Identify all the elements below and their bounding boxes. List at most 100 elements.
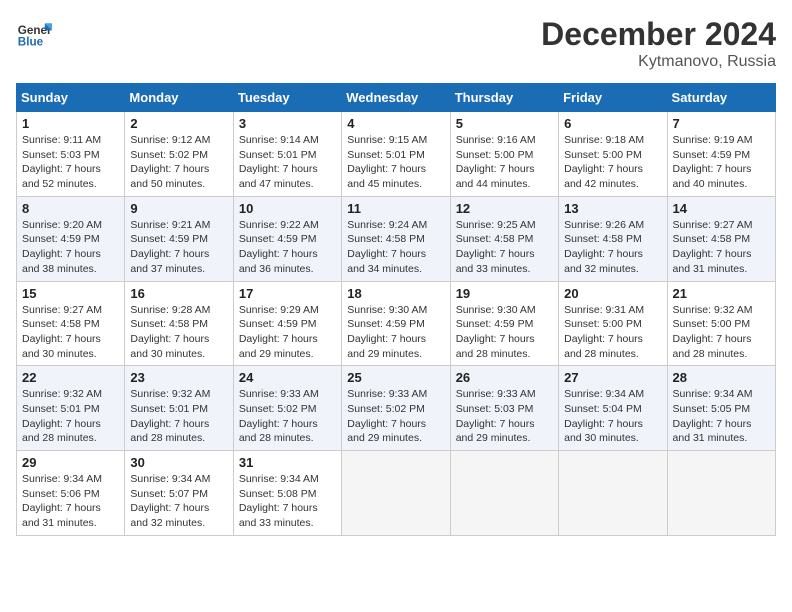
calendar-cell — [342, 451, 450, 536]
calendar-cell: 19 Sunrise: 9:30 AMSunset: 4:59 PMDaylig… — [450, 281, 558, 366]
col-header-thursday: Thursday — [450, 84, 558, 112]
logo-icon: General Blue — [16, 16, 52, 52]
day-info: Sunrise: 9:33 AMSunset: 5:02 PMDaylight:… — [239, 387, 336, 446]
logo: General Blue — [16, 16, 52, 52]
day-info: Sunrise: 9:24 AMSunset: 4:58 PMDaylight:… — [347, 218, 444, 277]
svg-text:Blue: Blue — [18, 36, 44, 49]
calendar-cell: 11 Sunrise: 9:24 AMSunset: 4:58 PMDaylig… — [342, 196, 450, 281]
calendar-cell: 1 Sunrise: 9:11 AMSunset: 5:03 PMDayligh… — [17, 112, 125, 197]
day-info: Sunrise: 9:31 AMSunset: 5:00 PMDaylight:… — [564, 303, 661, 362]
calendar-cell: 7 Sunrise: 9:19 AMSunset: 4:59 PMDayligh… — [667, 112, 775, 197]
calendar-cell — [450, 451, 558, 536]
day-info: Sunrise: 9:27 AMSunset: 4:58 PMDaylight:… — [673, 218, 770, 277]
day-number: 8 — [22, 201, 119, 216]
day-info: Sunrise: 9:28 AMSunset: 4:58 PMDaylight:… — [130, 303, 227, 362]
day-info: Sunrise: 9:30 AMSunset: 4:59 PMDaylight:… — [456, 303, 553, 362]
col-header-saturday: Saturday — [667, 84, 775, 112]
calendar-header-row: SundayMondayTuesdayWednesdayThursdayFrid… — [17, 84, 776, 112]
calendar-cell: 10 Sunrise: 9:22 AMSunset: 4:59 PMDaylig… — [233, 196, 341, 281]
day-number: 26 — [456, 370, 553, 385]
day-number: 20 — [564, 286, 661, 301]
day-info: Sunrise: 9:22 AMSunset: 4:59 PMDaylight:… — [239, 218, 336, 277]
col-header-tuesday: Tuesday — [233, 84, 341, 112]
location: Kytmanovo, Russia — [541, 53, 776, 71]
day-number: 1 — [22, 116, 119, 131]
calendar-cell: 2 Sunrise: 9:12 AMSunset: 5:02 PMDayligh… — [125, 112, 233, 197]
day-info: Sunrise: 9:32 AMSunset: 5:01 PMDaylight:… — [22, 387, 119, 446]
day-number: 10 — [239, 201, 336, 216]
calendar-cell — [667, 451, 775, 536]
month-title: December 2024 — [541, 16, 776, 53]
day-info: Sunrise: 9:29 AMSunset: 4:59 PMDaylight:… — [239, 303, 336, 362]
calendar-cell: 12 Sunrise: 9:25 AMSunset: 4:58 PMDaylig… — [450, 196, 558, 281]
day-number: 23 — [130, 370, 227, 385]
day-info: Sunrise: 9:26 AMSunset: 4:58 PMDaylight:… — [564, 218, 661, 277]
calendar-cell: 17 Sunrise: 9:29 AMSunset: 4:59 PMDaylig… — [233, 281, 341, 366]
day-info: Sunrise: 9:34 AMSunset: 5:05 PMDaylight:… — [673, 387, 770, 446]
day-info: Sunrise: 9:33 AMSunset: 5:02 PMDaylight:… — [347, 387, 444, 446]
calendar-cell: 22 Sunrise: 9:32 AMSunset: 5:01 PMDaylig… — [17, 366, 125, 451]
day-number: 15 — [22, 286, 119, 301]
day-info: Sunrise: 9:12 AMSunset: 5:02 PMDaylight:… — [130, 133, 227, 192]
day-number: 6 — [564, 116, 661, 131]
calendar-cell: 8 Sunrise: 9:20 AMSunset: 4:59 PMDayligh… — [17, 196, 125, 281]
day-info: Sunrise: 9:34 AMSunset: 5:06 PMDaylight:… — [22, 472, 119, 531]
day-number: 29 — [22, 455, 119, 470]
day-info: Sunrise: 9:27 AMSunset: 4:58 PMDaylight:… — [22, 303, 119, 362]
calendar-cell: 30 Sunrise: 9:34 AMSunset: 5:07 PMDaylig… — [125, 451, 233, 536]
day-number: 22 — [22, 370, 119, 385]
calendar-week-row: 29 Sunrise: 9:34 AMSunset: 5:06 PMDaylig… — [17, 451, 776, 536]
day-info: Sunrise: 9:34 AMSunset: 5:07 PMDaylight:… — [130, 472, 227, 531]
calendar-week-row: 15 Sunrise: 9:27 AMSunset: 4:58 PMDaylig… — [17, 281, 776, 366]
day-number: 14 — [673, 201, 770, 216]
calendar-week-row: 8 Sunrise: 9:20 AMSunset: 4:59 PMDayligh… — [17, 196, 776, 281]
day-info: Sunrise: 9:21 AMSunset: 4:59 PMDaylight:… — [130, 218, 227, 277]
calendar-cell — [559, 451, 667, 536]
day-number: 18 — [347, 286, 444, 301]
day-number: 19 — [456, 286, 553, 301]
day-number: 7 — [673, 116, 770, 131]
calendar-cell: 24 Sunrise: 9:33 AMSunset: 5:02 PMDaylig… — [233, 366, 341, 451]
calendar-cell: 9 Sunrise: 9:21 AMSunset: 4:59 PMDayligh… — [125, 196, 233, 281]
day-info: Sunrise: 9:11 AMSunset: 5:03 PMDaylight:… — [22, 133, 119, 192]
day-number: 5 — [456, 116, 553, 131]
day-info: Sunrise: 9:20 AMSunset: 4:59 PMDaylight:… — [22, 218, 119, 277]
col-header-friday: Friday — [559, 84, 667, 112]
calendar-cell: 16 Sunrise: 9:28 AMSunset: 4:58 PMDaylig… — [125, 281, 233, 366]
day-info: Sunrise: 9:19 AMSunset: 4:59 PMDaylight:… — [673, 133, 770, 192]
calendar-cell: 25 Sunrise: 9:33 AMSunset: 5:02 PMDaylig… — [342, 366, 450, 451]
calendar-cell: 27 Sunrise: 9:34 AMSunset: 5:04 PMDaylig… — [559, 366, 667, 451]
day-number: 16 — [130, 286, 227, 301]
day-number: 4 — [347, 116, 444, 131]
day-number: 27 — [564, 370, 661, 385]
calendar-cell: 28 Sunrise: 9:34 AMSunset: 5:05 PMDaylig… — [667, 366, 775, 451]
day-info: Sunrise: 9:34 AMSunset: 5:04 PMDaylight:… — [564, 387, 661, 446]
day-info: Sunrise: 9:33 AMSunset: 5:03 PMDaylight:… — [456, 387, 553, 446]
day-number: 2 — [130, 116, 227, 131]
day-number: 24 — [239, 370, 336, 385]
calendar-cell: 31 Sunrise: 9:34 AMSunset: 5:08 PMDaylig… — [233, 451, 341, 536]
calendar-cell: 18 Sunrise: 9:30 AMSunset: 4:59 PMDaylig… — [342, 281, 450, 366]
col-header-monday: Monday — [125, 84, 233, 112]
day-number: 12 — [456, 201, 553, 216]
calendar-cell: 6 Sunrise: 9:18 AMSunset: 5:00 PMDayligh… — [559, 112, 667, 197]
day-number: 13 — [564, 201, 661, 216]
day-number: 31 — [239, 455, 336, 470]
col-header-wednesday: Wednesday — [342, 84, 450, 112]
calendar-cell: 20 Sunrise: 9:31 AMSunset: 5:00 PMDaylig… — [559, 281, 667, 366]
day-number: 17 — [239, 286, 336, 301]
day-info: Sunrise: 9:32 AMSunset: 5:00 PMDaylight:… — [673, 303, 770, 362]
calendar-cell: 29 Sunrise: 9:34 AMSunset: 5:06 PMDaylig… — [17, 451, 125, 536]
day-number: 9 — [130, 201, 227, 216]
calendar-cell: 23 Sunrise: 9:32 AMSunset: 5:01 PMDaylig… — [125, 366, 233, 451]
col-header-sunday: Sunday — [17, 84, 125, 112]
title-block: December 2024 Kytmanovo, Russia — [541, 16, 776, 71]
calendar-table: SundayMondayTuesdayWednesdayThursdayFrid… — [16, 83, 776, 536]
day-info: Sunrise: 9:25 AMSunset: 4:58 PMDaylight:… — [456, 218, 553, 277]
day-info: Sunrise: 9:34 AMSunset: 5:08 PMDaylight:… — [239, 472, 336, 531]
calendar-cell: 26 Sunrise: 9:33 AMSunset: 5:03 PMDaylig… — [450, 366, 558, 451]
calendar-cell: 15 Sunrise: 9:27 AMSunset: 4:58 PMDaylig… — [17, 281, 125, 366]
calendar-week-row: 1 Sunrise: 9:11 AMSunset: 5:03 PMDayligh… — [17, 112, 776, 197]
calendar-cell: 3 Sunrise: 9:14 AMSunset: 5:01 PMDayligh… — [233, 112, 341, 197]
day-number: 30 — [130, 455, 227, 470]
